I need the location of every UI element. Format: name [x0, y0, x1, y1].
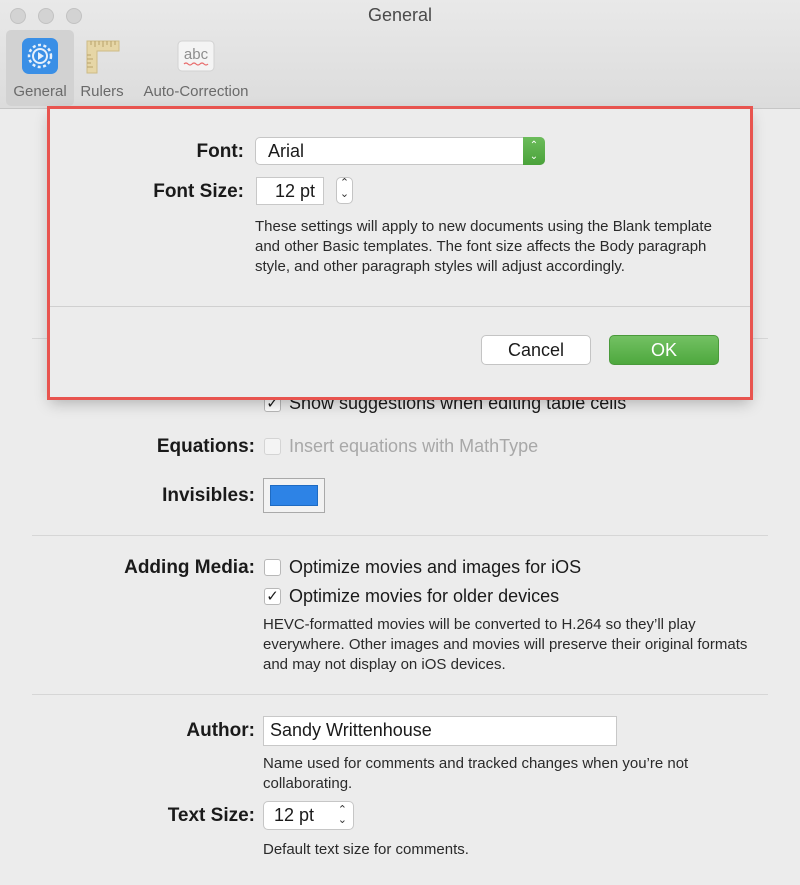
invisibles-color-well[interactable] [263, 478, 325, 513]
gear-icon [22, 38, 58, 74]
optimize-older-devices-checkbox[interactable]: ✓ [264, 588, 281, 605]
chevron-updown-icon: ⌃ ⌄ [337, 804, 347, 826]
toolbar-tab-label: General [13, 83, 67, 100]
abc-icon: abc [177, 40, 215, 72]
show-suggestions-checkbox[interactable]: ✓ [264, 395, 281, 412]
divider [32, 694, 768, 695]
text-size-popup[interactable]: 12 pt ⌃ ⌄ [263, 801, 354, 830]
sheet-divider [50, 306, 750, 307]
adding-media-note: HEVC-formatted movies will be converted … [263, 616, 748, 673]
mathtype-option-label: Insert equations with MathType [289, 436, 539, 456]
svg-text:abc: abc [184, 46, 209, 63]
toolbar-tab-auto-correction[interactable]: abc Auto-Correction [132, 30, 260, 106]
invisibles-label: Invisibles: [162, 485, 255, 506]
font-value: Arial [268, 141, 305, 161]
color-swatch [270, 485, 318, 506]
document-defaults-sheet: Font: Arial ⌃ ⌄ Font Size: 12 pt ⌃ ⌄ These… [47, 106, 753, 400]
font-popup[interactable]: Arial ⌃ ⌄ [255, 137, 545, 165]
toolbar-tab-general[interactable]: General [6, 30, 74, 106]
font-size-label: Font Size: [153, 181, 244, 202]
equations-label: Equations: [156, 436, 255, 457]
author-note: Name used for comments and tracked chang… [263, 755, 689, 792]
toolbar-tab-rulers[interactable]: Rulers [76, 30, 128, 106]
text-size-note: Default text size for comments. [263, 841, 469, 858]
author-label: Author: [186, 720, 255, 741]
cancel-button[interactable]: Cancel [481, 335, 591, 365]
optimize-ios-label: Optimize movies and images for iOS [289, 557, 582, 577]
sheet-description: These settings will apply to new documen… [255, 218, 712, 275]
title-bar: General General Rulers abc Auto-Correcti… [0, 0, 800, 109]
ok-button[interactable]: OK [609, 335, 719, 365]
author-field[interactable]: Sandy Writtenhouse [263, 716, 617, 746]
chevron-updown-icon: ⌃ ⌄ [523, 137, 545, 165]
font-label: Font: [196, 141, 244, 162]
adding-media-label: Adding Media: [124, 557, 255, 578]
text-size-value: 12 pt [274, 805, 315, 825]
optimize-older-devices-label: Optimize movies for older devices [289, 586, 560, 606]
divider [32, 535, 768, 536]
mathtype-checkbox[interactable] [264, 438, 281, 455]
toolbar-tab-label: Rulers [80, 83, 124, 100]
window-title: General [367, 5, 433, 25]
ruler-icon [86, 40, 120, 74]
text-size-label: Text Size: [167, 805, 255, 826]
font-size-field[interactable]: 12 pt [256, 177, 324, 205]
toolbar-tab-label: Auto-Correction [143, 83, 249, 100]
font-size-stepper[interactable]: ⌃ ⌄ [336, 177, 353, 204]
optimize-ios-checkbox[interactable] [264, 559, 281, 576]
